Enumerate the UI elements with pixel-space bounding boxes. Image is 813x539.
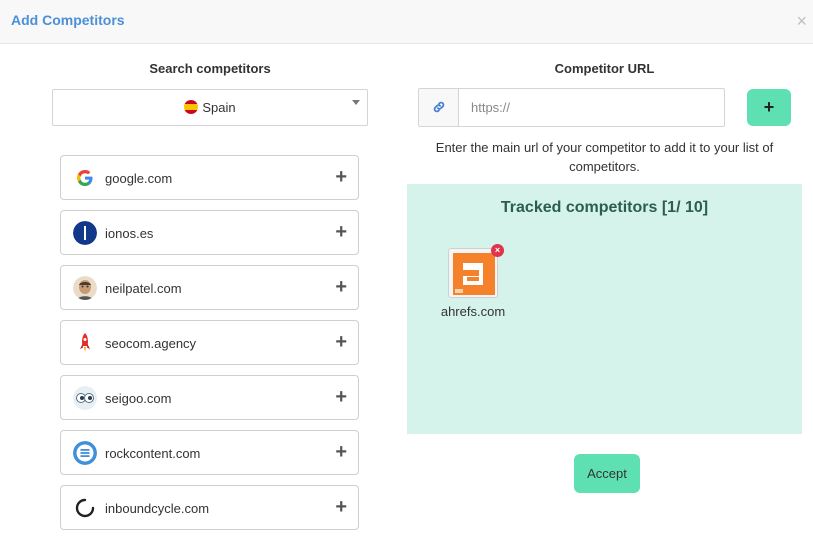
country-selected-label: Spain [202, 100, 236, 115]
modal-title: Add Competitors [11, 12, 125, 28]
competitor-url-input[interactable] [460, 89, 724, 126]
plus-icon[interactable]: + [335, 386, 347, 408]
eyes-logo-icon [73, 386, 97, 410]
plus-icon[interactable]: + [335, 441, 347, 463]
plus-icon[interactable]: + [335, 221, 347, 243]
competitor-item-seigoo[interactable]: seigoo.com + [60, 375, 359, 420]
close-button[interactable]: × [796, 12, 807, 30]
competitor-item-ionos[interactable]: ionos.es + [60, 210, 359, 255]
add-url-button[interactable]: + [747, 89, 791, 126]
competitor-item-rockcontent[interactable]: rockcontent.com + [60, 430, 359, 475]
competitor-item-neilpatel[interactable]: neilpatel.com + [60, 265, 359, 310]
competitor-item-inboundcycle[interactable]: inboundcycle.com + [60, 485, 359, 530]
plus-icon[interactable]: + [335, 166, 347, 188]
flag-spain-icon [184, 100, 199, 114]
country-select[interactable]: Spain [52, 89, 368, 126]
plus-icon[interactable]: + [335, 276, 347, 298]
competitor-name: neilpatel.com [105, 281, 182, 296]
rocket-logo-icon [73, 331, 97, 355]
rockcontent-logo-icon [73, 441, 97, 465]
competitor-url-group [418, 88, 725, 127]
ahrefs-logo-icon: × [448, 244, 504, 298]
link-icon [419, 89, 459, 126]
tracked-competitor-name: ahrefs.com [440, 304, 506, 319]
remove-competitor-button[interactable]: × [491, 244, 504, 257]
url-help-text: Enter the main url of your competitor to… [435, 140, 774, 174]
tracked-competitors-panel: Tracked competitors [1/ 10] × ahrefs.com [407, 184, 802, 434]
competitor-url-title: Competitor URL [554, 61, 655, 76]
circle-logo-icon [73, 496, 97, 520]
competitor-item-seocom[interactable]: seocom.agency + [60, 320, 359, 365]
competitor-suggestion-list: google.com + ionos.es + neilpatel.com + [60, 155, 359, 539]
competitor-name: rockcontent.com [105, 446, 201, 461]
competitor-name: inboundcycle.com [105, 501, 210, 516]
ionos-logo-icon [73, 221, 97, 245]
caret-down-icon [352, 100, 360, 105]
competitor-name: seocom.agency [105, 336, 197, 351]
competitor-name: google.com [105, 171, 173, 186]
competitor-name: seigoo.com [105, 391, 172, 406]
accept-button[interactable]: Accept [574, 454, 640, 493]
neilpatel-avatar-icon [73, 276, 97, 300]
competitor-item-google[interactable]: google.com + [60, 155, 359, 200]
competitor-name: ionos.es [105, 226, 154, 241]
plus-icon[interactable]: + [335, 331, 347, 353]
modal-header: Add Competitors × [0, 0, 813, 44]
plus-icon[interactable]: + [335, 496, 347, 518]
google-logo-icon [73, 166, 97, 190]
tracked-competitor-item: × ahrefs.com [437, 244, 509, 319]
search-competitors-title: Search competitors [149, 61, 271, 76]
tracked-competitors-title: Tracked competitors [1/ 10] [500, 199, 709, 216]
